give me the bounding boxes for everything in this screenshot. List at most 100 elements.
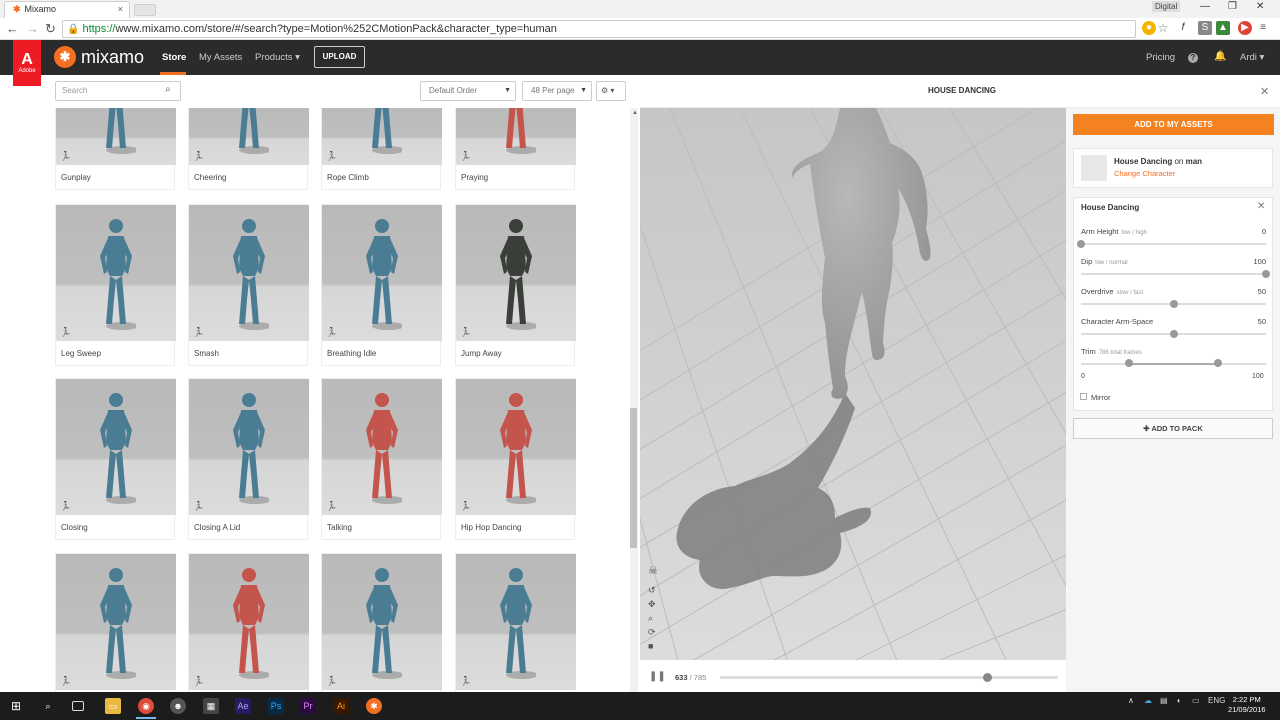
- slider-knob-dip[interactable]: [1262, 270, 1270, 278]
- mixamo-taskbar-icon[interactable]: ✱: [366, 698, 382, 714]
- upload-button[interactable]: UPLOAD: [314, 46, 365, 68]
- cookie-extension-icon[interactable]: ●: [1142, 21, 1156, 35]
- animation-card[interactable]: 🏃: [188, 553, 309, 692]
- animation-card[interactable]: 🏃 Closing: [55, 378, 176, 540]
- tray-network-icon[interactable]: ▤: [1160, 696, 1168, 705]
- animation-card[interactable]: 🏃 Hip Hop Dancing: [455, 378, 576, 540]
- add-to-my-assets-button[interactable]: ADD TO MY ASSETS: [1073, 114, 1274, 135]
- maximize-icon[interactable]: ❐: [1228, 1, 1237, 12]
- help-icon[interactable]: ?: [1188, 53, 1198, 63]
- slider-knob-arm-height[interactable]: [1077, 240, 1085, 248]
- change-character-link[interactable]: Change Character: [1114, 169, 1175, 178]
- pause-icon[interactable]: ❚❚: [649, 671, 666, 682]
- timeline-knob[interactable]: [983, 673, 993, 682]
- slider-knob-character-arm-space[interactable]: [1169, 330, 1178, 338]
- rotate-icon[interactable]: ⟳: [648, 627, 656, 638]
- file-explorer-icon[interactable]: ▭: [105, 698, 121, 714]
- skeleton-icon[interactable]: ☠: [648, 564, 658, 577]
- illustrator-icon[interactable]: Ai: [333, 698, 349, 714]
- photoshop-icon[interactable]: Ps: [268, 698, 284, 714]
- animation-card[interactable]: 🏃 Breathing Idle: [321, 204, 442, 366]
- close-viewer-icon[interactable]: ✕: [1260, 85, 1269, 98]
- grid-scrollbar[interactable]: [630, 108, 638, 692]
- tab-close-icon[interactable]: ×: [118, 2, 123, 17]
- mixamo-logo-icon[interactable]: ✱: [54, 46, 76, 68]
- new-tab-button[interactable]: [134, 4, 156, 16]
- function-extension-icon[interactable]: f: [1176, 21, 1190, 35]
- animation-card[interactable]: 🏃: [455, 553, 576, 692]
- brand-name[interactable]: mixamo: [81, 46, 144, 68]
- url-input[interactable]: 🔒 https://www.mixamo.com/store/#/search?t…: [62, 20, 1136, 38]
- premiere-icon[interactable]: Pr: [300, 698, 316, 714]
- reset-view-icon[interactable]: ↺: [648, 585, 656, 596]
- sort-caret-icon: ▼: [504, 87, 511, 94]
- character-figure-icon: [506, 108, 536, 154]
- sort-dropdown[interactable]: Default Order ▼: [420, 81, 516, 101]
- 3d-viewport[interactable]: [640, 108, 1066, 660]
- nav-store[interactable]: Store: [162, 52, 186, 63]
- play-extension-icon[interactable]: ▶: [1238, 21, 1252, 35]
- slider-track-dip[interactable]: [1081, 273, 1266, 275]
- reload-icon[interactable]: ↻: [45, 21, 56, 37]
- animation-card[interactable]: 🏃: [321, 553, 442, 692]
- animation-card[interactable]: 🏃 Jump Away: [455, 204, 576, 366]
- chrome-taskbar-icon[interactable]: ◉: [138, 698, 154, 714]
- animation-card[interactable]: 🏃 Talking: [321, 378, 442, 540]
- browser-tab[interactable]: ✱ Mixamo ×: [4, 1, 130, 18]
- windows-start-icon[interactable]: ⊞: [8, 698, 24, 714]
- adobe-logo[interactable]: A Adobe: [13, 40, 41, 86]
- chrome-menu-icon[interactable]: ≡: [1256, 21, 1270, 35]
- animation-card[interactable]: 🏃 Gunplay: [55, 108, 176, 190]
- slider-track-arm-height[interactable]: [1081, 243, 1266, 245]
- taskbar-search-icon[interactable]: ⌕: [40, 698, 56, 714]
- animation-card[interactable]: 🏃 Rope Climb: [321, 108, 442, 190]
- notifications-bell-icon[interactable]: 🔔: [1214, 51, 1226, 62]
- star-icon[interactable]: ☆: [1156, 21, 1170, 35]
- tray-battery-icon[interactable]: ▭: [1192, 696, 1200, 705]
- tray-cloud-icon[interactable]: ☁: [1144, 696, 1152, 705]
- close-window-icon[interactable]: ✕: [1256, 1, 1264, 12]
- tray-language[interactable]: ENG: [1208, 696, 1225, 705]
- nav-products[interactable]: Products ▾: [255, 52, 300, 63]
- animation-card[interactable]: 🏃 Praying: [455, 108, 576, 190]
- per-page-dropdown[interactable]: 48 Per page ▼: [522, 81, 592, 101]
- camera-icon[interactable]: ■: [648, 641, 653, 651]
- timeline-track[interactable]: [720, 676, 1058, 679]
- after-effects-icon[interactable]: Ae: [235, 698, 251, 714]
- calculator-icon[interactable]: ▦: [203, 698, 219, 714]
- nav-pricing[interactable]: Pricing: [1146, 52, 1175, 63]
- zoom-icon[interactable]: ⌕: [648, 613, 653, 624]
- ghost-app-icon[interactable]: ☻: [170, 698, 186, 714]
- animation-card[interactable]: 🏃: [55, 553, 176, 692]
- pan-icon[interactable]: ✥: [648, 599, 656, 610]
- add-to-pack-button[interactable]: ✚ ADD TO PACK: [1073, 418, 1273, 439]
- tray-up-arrow-icon[interactable]: ∧: [1128, 696, 1134, 705]
- viewer-title: HOUSE DANCING: [928, 86, 997, 95]
- settings-dropdown[interactable]: ⚙ ▾: [596, 81, 626, 101]
- task-view-icon[interactable]: [72, 701, 84, 711]
- mirror-checkbox[interactable]: [1080, 393, 1087, 400]
- character-figure-icon: [233, 393, 269, 504]
- close-parameters-icon[interactable]: ✕: [1257, 201, 1265, 212]
- animation-card[interactable]: 🏃 Leg Sweep: [55, 204, 176, 366]
- user-menu[interactable]: Ardi ▾: [1240, 52, 1264, 63]
- evernote-extension-icon[interactable]: ▲: [1216, 21, 1230, 35]
- s-extension-icon[interactable]: S: [1198, 21, 1212, 35]
- slider-knob-overdrive[interactable]: [1169, 300, 1178, 308]
- animation-card[interactable]: 🏃 Smash: [188, 204, 309, 366]
- back-icon[interactable]: ←: [6, 21, 19, 36]
- tray-volume-icon[interactable]: ◖: [1176, 696, 1181, 705]
- search-input[interactable]: Search: [55, 81, 181, 101]
- mirror-label[interactable]: Mirror: [1091, 393, 1111, 402]
- animation-card[interactable]: 🏃 Cheering: [188, 108, 309, 190]
- trim-end-knob[interactable]: [1213, 359, 1222, 367]
- search-icon[interactable]: ⌕: [165, 84, 171, 95]
- minimize-icon[interactable]: —: [1200, 1, 1210, 12]
- animation-card[interactable]: 🏃 Closing A Lid: [188, 378, 309, 540]
- forward-icon[interactable]: →: [26, 21, 39, 36]
- clock[interactable]: 2:22 PM 21/09/2016: [1228, 695, 1266, 715]
- profile-badge[interactable]: Digital: [1152, 1, 1181, 12]
- scroll-up-arrow-icon[interactable]: ▲: [632, 110, 638, 116]
- grid-scrollbar-thumb[interactable]: [630, 408, 637, 548]
- nav-my-assets[interactable]: My Assets: [199, 52, 242, 63]
